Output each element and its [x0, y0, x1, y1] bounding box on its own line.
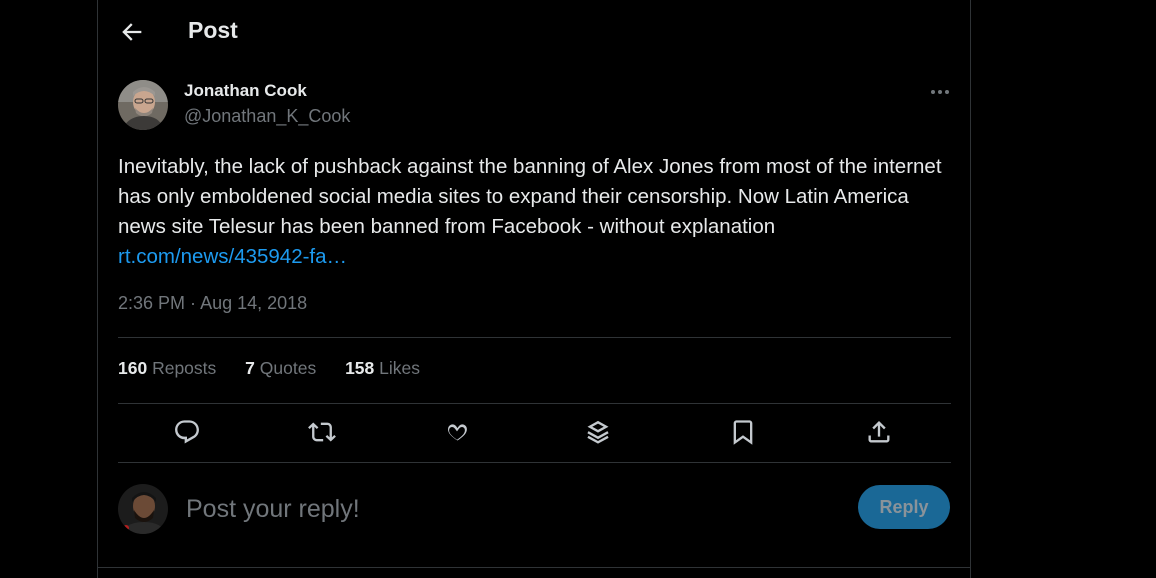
repost-icon: [308, 422, 336, 442]
reposts-label: Reposts: [152, 358, 217, 378]
post-timestamp: 2:36 PM · Aug 14, 2018: [118, 293, 307, 314]
more-horizontal-icon: [931, 90, 949, 94]
stack-button[interactable]: [584, 418, 614, 448]
bookmark-button[interactable]: [729, 418, 759, 448]
post-time[interactable]: 2:36 PM: [118, 293, 185, 313]
like-button[interactable]: [443, 418, 473, 448]
author-block: Jonathan Cook @Jonathan_K_Cook: [118, 78, 952, 130]
divider: [118, 462, 951, 463]
reply-icon: [175, 420, 199, 444]
post-link[interactable]: rt.com/news/435942-fa…: [118, 245, 347, 268]
reply-submit-button[interactable]: Reply: [858, 485, 950, 529]
post-header: Post: [98, 0, 970, 62]
likes-label: Likes: [379, 358, 421, 378]
post-date[interactable]: Aug 14, 2018: [200, 293, 307, 313]
divider: [98, 567, 970, 568]
reply-input[interactable]: [184, 490, 748, 528]
repost-button[interactable]: [308, 418, 338, 448]
author-handle[interactable]: @Jonathan_K_Cook: [184, 106, 350, 127]
quotes-count: 7: [245, 358, 255, 378]
post-text: Inevitably, the lack of pushback against…: [118, 152, 948, 272]
post-column: Post Jonathan Cook @Jonathan_K_Cook Inev…: [97, 0, 971, 578]
quotes-stat[interactable]: 7 Quotes: [245, 358, 316, 379]
reply-composer: Reply: [118, 480, 952, 540]
post-stats: 160 Reposts 7 Quotes 158 Likes: [118, 358, 444, 379]
reply-button[interactable]: [173, 418, 203, 448]
likes-stat[interactable]: 158 Likes: [345, 358, 420, 379]
share-icon: [868, 421, 890, 443]
likes-count: 158: [345, 358, 375, 378]
post-body: Inevitably, the lack of pushback against…: [118, 155, 942, 238]
bookmark-icon: [733, 420, 753, 445]
timestamp-separator: ·: [185, 293, 201, 313]
more-options-button[interactable]: [928, 80, 952, 104]
author-avatar[interactable]: [118, 80, 168, 130]
bookmark-stack-icon: [587, 420, 609, 444]
action-bar: [118, 404, 951, 462]
author-name[interactable]: Jonathan Cook: [184, 81, 307, 101]
share-button[interactable]: [865, 418, 895, 448]
like-icon: [448, 424, 467, 441]
reposts-count: 160: [118, 358, 148, 378]
arrow-left-icon: [122, 23, 142, 41]
quotes-label: Quotes: [259, 358, 317, 378]
user-avatar[interactable]: [118, 484, 168, 534]
back-button[interactable]: [118, 18, 146, 46]
page-title: Post: [188, 17, 238, 43]
divider: [118, 337, 951, 338]
reposts-stat[interactable]: 160 Reposts: [118, 358, 216, 379]
